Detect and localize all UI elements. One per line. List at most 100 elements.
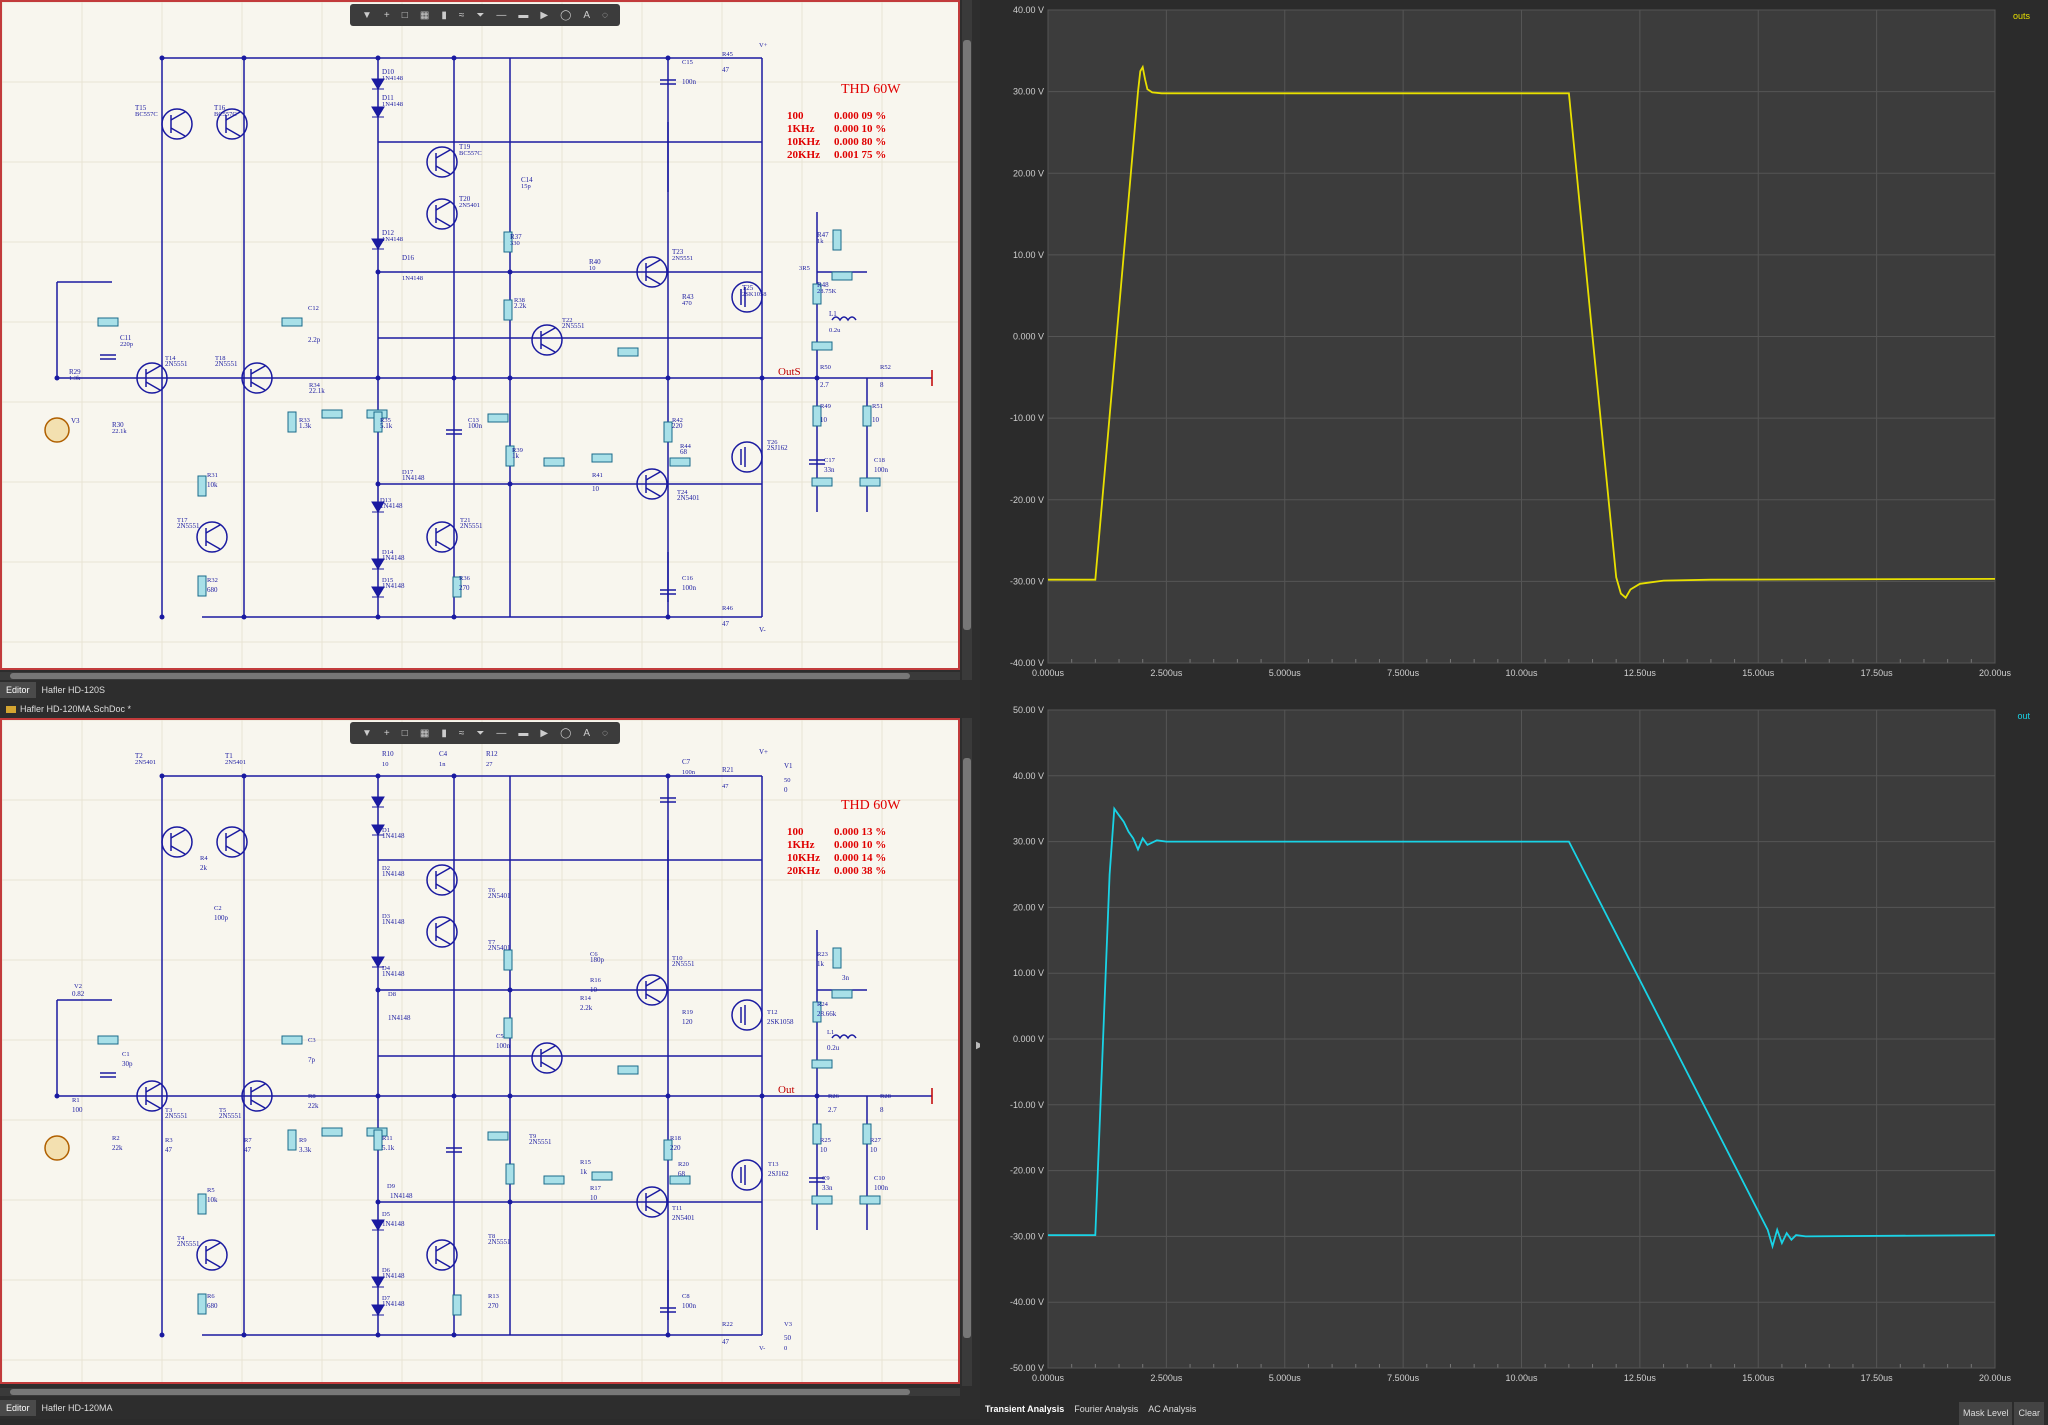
probe-icon[interactable]: ◯ bbox=[560, 10, 571, 21]
component-label: 100n bbox=[682, 1302, 697, 1310]
component-label: 10 bbox=[382, 761, 389, 768]
component-label: 270 bbox=[459, 584, 470, 592]
editor-tab[interactable]: Editor bbox=[0, 1400, 36, 1416]
component-label: 10 bbox=[592, 485, 600, 493]
component-label: 220p bbox=[120, 341, 133, 348]
align-icon[interactable]: ▦ bbox=[420, 10, 429, 21]
component-label: C5 bbox=[496, 1033, 504, 1040]
component-label: 0.82 bbox=[72, 990, 85, 998]
component-label: 33n bbox=[822, 1184, 833, 1192]
component-label: R50 bbox=[820, 364, 831, 371]
component-label: L1 bbox=[827, 1029, 834, 1036]
y-tick-label: 20.00 V bbox=[1013, 902, 1044, 912]
component-label: V+ bbox=[759, 748, 768, 756]
waveform-plot-top[interactable]: 0.000us 2.500us 5.000us 7.500us 10.00us 12.50… bbox=[980, 0, 2048, 695]
tab-ac-analysis[interactable]: AC Analysis bbox=[1143, 1400, 1201, 1419]
component-label: R12 bbox=[486, 750, 498, 758]
component-label: 10k bbox=[207, 1196, 218, 1204]
tab-transient-analysis[interactable]: Transient Analysis bbox=[980, 1400, 1069, 1419]
y-tick-label: -20.00 V bbox=[1010, 495, 1044, 505]
filter-icon[interactable]: ▼ bbox=[362, 728, 372, 739]
component-label: 1N4148 bbox=[382, 75, 403, 82]
component-label: 5.1k bbox=[380, 422, 393, 430]
component-label: 220 bbox=[670, 1144, 681, 1152]
component-label: R49 bbox=[820, 403, 831, 410]
thd-frequency: 10KHz bbox=[787, 136, 820, 148]
x-tick-label: 2.500us bbox=[1150, 668, 1183, 678]
component-label: R16 bbox=[590, 977, 602, 984]
tag-icon[interactable]: ▶ bbox=[540, 728, 548, 739]
component-label: V1 bbox=[784, 762, 793, 770]
move-icon[interactable]: + bbox=[384, 10, 390, 21]
component-label: R8 bbox=[308, 1093, 316, 1100]
align-icon[interactable]: ▦ bbox=[420, 728, 429, 739]
port-icon[interactable]: ― bbox=[496, 728, 506, 739]
schematic-canvas-top[interactable]: T15 BC557C T16 BC557C D10 1N4148 D11 1N4148 T19 B… bbox=[0, 0, 960, 670]
move-icon[interactable]: + bbox=[384, 728, 390, 739]
sheet-icon[interactable]: ▬ bbox=[518, 728, 528, 739]
component-label: D16 bbox=[402, 254, 415, 262]
transient-chart-bottom[interactable]: 0.000us 2.500us 5.000us 7.500us 10.00us 12.50… bbox=[980, 700, 2048, 1400]
text-icon[interactable]: A bbox=[583, 10, 590, 21]
text-icon[interactable]: A bbox=[583, 728, 590, 739]
vertical-scrollbar-top[interactable] bbox=[962, 0, 972, 680]
wire-icon[interactable]: ≈ bbox=[459, 10, 465, 21]
doc-tab[interactable]: Hafler HD-120MA bbox=[36, 1400, 119, 1416]
probe-icon[interactable]: ◯ bbox=[560, 728, 571, 739]
ground-icon[interactable]: ⏷ bbox=[476, 10, 484, 21]
ground-icon[interactable]: ⏷ bbox=[476, 728, 484, 739]
sheet-icon[interactable]: ▬ bbox=[518, 10, 528, 21]
component-label: 100 bbox=[72, 1106, 83, 1114]
clear-button[interactable]: Clear bbox=[2014, 1402, 2044, 1425]
tab-fourier-analysis[interactable]: Fourier Analysis bbox=[1069, 1400, 1143, 1419]
vertical-scrollbar-bottom[interactable] bbox=[962, 718, 972, 1386]
component-label: C1 bbox=[122, 1051, 130, 1058]
editor-tab[interactable]: Editor bbox=[0, 682, 36, 698]
part-icon[interactable]: ▮ bbox=[441, 728, 447, 739]
component-label: 1N4148 bbox=[382, 236, 403, 243]
thd-row: 100 0.000 13 % bbox=[787, 826, 900, 839]
component-label: 30p bbox=[122, 1060, 133, 1068]
arc-icon[interactable]: ◌ bbox=[602, 10, 608, 21]
trace-legend[interactable]: outs bbox=[2013, 11, 2031, 21]
thd-title: THD 60W bbox=[841, 798, 901, 813]
tag-icon[interactable]: ▶ bbox=[540, 10, 548, 21]
port-icon[interactable]: ― bbox=[496, 10, 506, 21]
select-icon[interactable]: □ bbox=[402, 728, 408, 739]
component-label: 47 bbox=[165, 1146, 173, 1154]
doc-tab[interactable]: Hafler HD-120S bbox=[36, 682, 112, 698]
component-label: 1N4148 bbox=[382, 582, 405, 590]
component-label: V3 bbox=[784, 1321, 792, 1328]
select-icon[interactable]: □ bbox=[402, 10, 408, 21]
component-label: 1N4148 bbox=[382, 1220, 405, 1228]
waveform-plot-bottom[interactable]: 0.000us 2.500us 5.000us 7.500us 10.00us 12.50… bbox=[980, 700, 2048, 1400]
thd-box-bottom: THD 60W 100 0.000 13 % 1KHz 0.000 10 % 10KHz… bbox=[787, 798, 901, 878]
horizontal-scrollbar-top[interactable] bbox=[0, 672, 960, 680]
component-label: 2SK1058 bbox=[742, 291, 767, 298]
document-tab[interactable]: Hafler HD-120MA.SchDoc * bbox=[0, 700, 980, 718]
mask-level-button[interactable]: Mask Level bbox=[1958, 1402, 2013, 1425]
component-label: R25 bbox=[820, 1137, 831, 1144]
schematic-canvas-bottom[interactable]: T2 2N5401 T1 2N5401 R10 10 C4 1n R12 27 C7 100n R21 4… bbox=[0, 718, 960, 1384]
component-label: C4 bbox=[439, 750, 448, 758]
component-label: 2N5551 bbox=[672, 255, 693, 262]
y-tick-label: 30.00 V bbox=[1013, 87, 1044, 97]
component-label: 1N4148 bbox=[382, 1272, 405, 1280]
horizontal-scrollbar-bottom[interactable] bbox=[0, 1388, 960, 1396]
wire-icon[interactable]: ≈ bbox=[459, 728, 465, 739]
component-label: 1N4148 bbox=[382, 1300, 405, 1308]
component-label: R21 bbox=[722, 766, 734, 774]
y-tick-label: 0.000 V bbox=[1013, 332, 1044, 342]
x-tick-label: 10.00us bbox=[1505, 1373, 1538, 1383]
transient-chart-top[interactable]: 0.000us 2.500us 5.000us 7.500us 10.00us 12.50… bbox=[980, 0, 2048, 695]
part-icon[interactable]: ▮ bbox=[441, 10, 447, 21]
thd-value: 0.000 10 % bbox=[834, 839, 887, 851]
component-label: 180p bbox=[590, 956, 605, 964]
filter-icon[interactable]: ▼ bbox=[362, 10, 372, 21]
trace-legend[interactable]: out bbox=[2017, 711, 2030, 721]
component-label: R5 bbox=[207, 1187, 215, 1194]
arc-icon[interactable]: ◌ bbox=[602, 728, 608, 739]
component-label: R32 bbox=[207, 577, 218, 584]
component-label: 2N5551 bbox=[165, 1112, 188, 1120]
component-label: R27 bbox=[870, 1137, 882, 1144]
